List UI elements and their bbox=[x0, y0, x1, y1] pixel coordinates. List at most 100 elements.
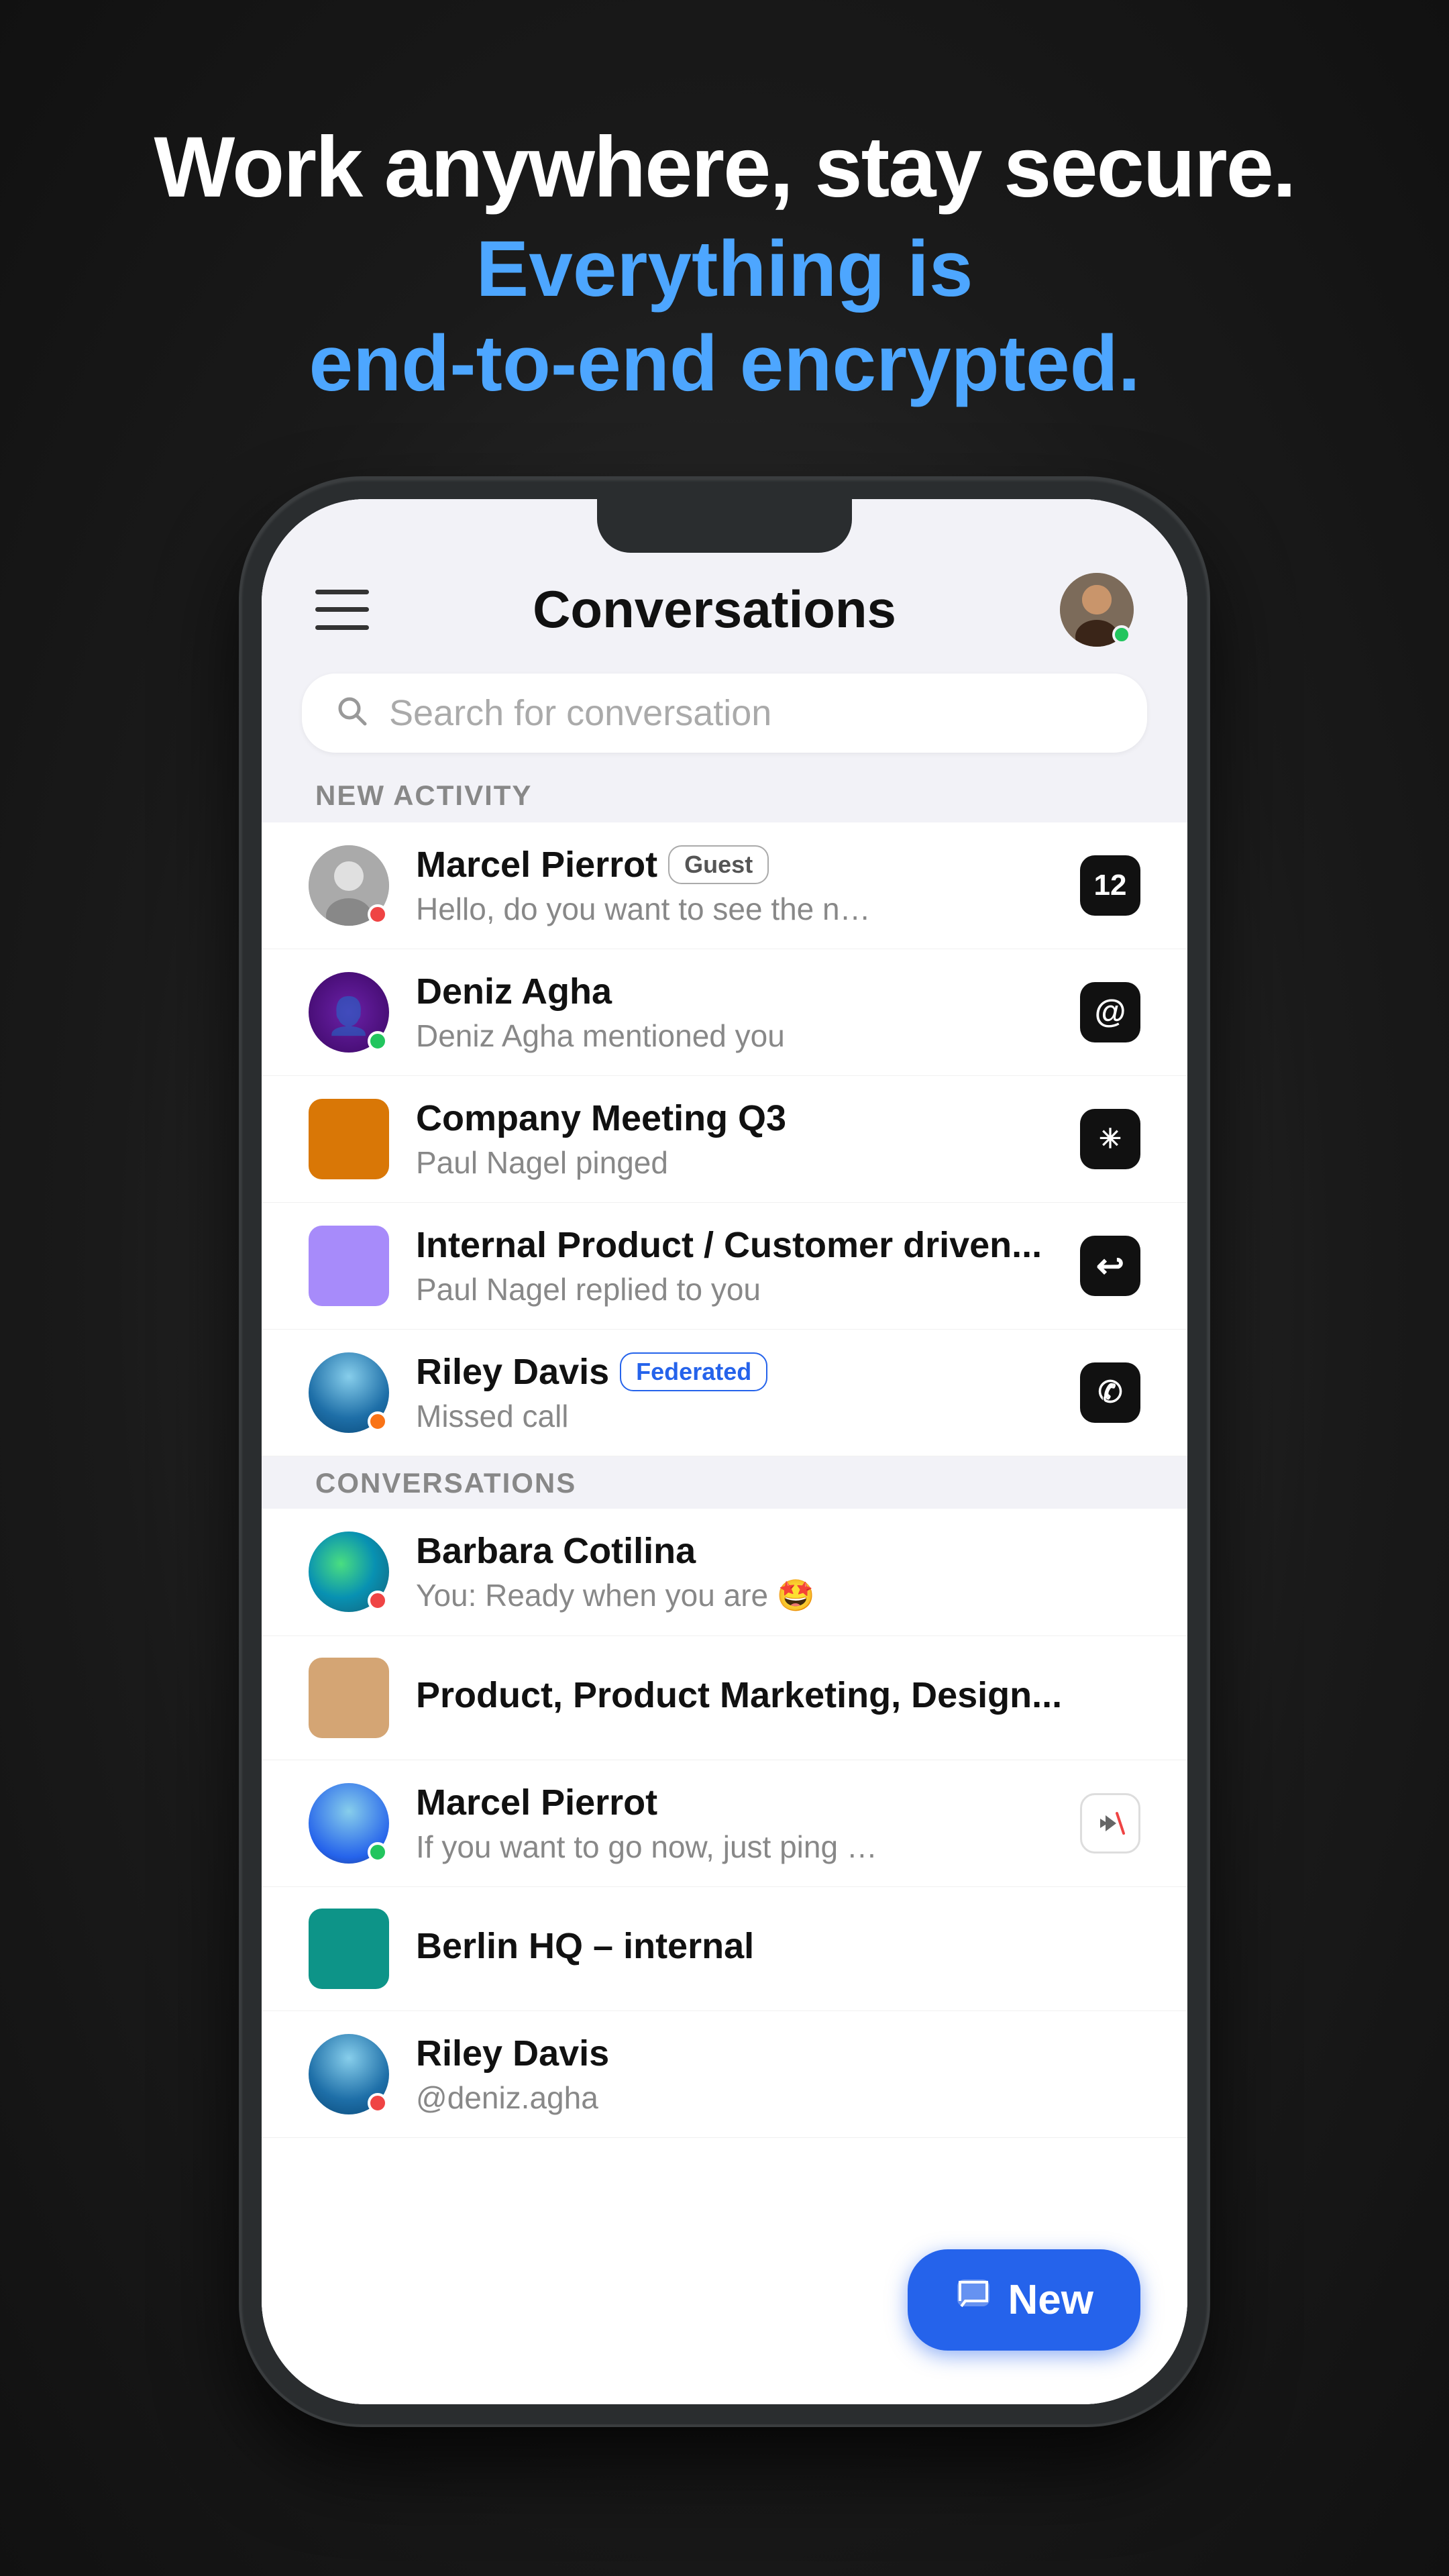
conversations-section-header: CONVERSATIONS bbox=[262, 1456, 1187, 1509]
contact-name: Internal Product / Customer driven... bbox=[416, 1224, 1042, 1266]
message-preview: If you want to go now, just ping me bbox=[416, 1829, 885, 1865]
new-conversation-button[interactable]: New bbox=[908, 2249, 1140, 2351]
avatar bbox=[309, 1658, 389, 1738]
status-dot bbox=[368, 904, 388, 924]
menu-button[interactable] bbox=[315, 590, 369, 630]
name-row: Riley Davis Federated bbox=[416, 1351, 1067, 1393]
name-row: Company Meeting Q3 bbox=[416, 1097, 1067, 1139]
status-dot bbox=[368, 1591, 388, 1611]
conversation-body: Riley Davis @deniz.agha bbox=[416, 2033, 1140, 2116]
status-dot bbox=[368, 2093, 388, 2113]
phone-frame: Conversations bbox=[241, 479, 1208, 2424]
missed-call-badge: ✆ bbox=[1080, 1362, 1140, 1423]
message-preview: You: Ready when you are 🤩 bbox=[416, 1577, 885, 1614]
contact-name: Marcel Pierrot bbox=[416, 844, 657, 885]
conversation-body: Marcel Pierrot Guest Hello, do you want … bbox=[416, 844, 1067, 927]
conversation-body: Company Meeting Q3 Paul Nagel pinged bbox=[416, 1097, 1067, 1181]
contact-name: Product, Product Marketing, Design... bbox=[416, 1674, 1062, 1716]
avatar bbox=[309, 1099, 389, 1179]
header-section: Work anywhere, stay secure. Everything i… bbox=[154, 121, 1295, 412]
fab-container: New bbox=[908, 2249, 1140, 2351]
user-avatar[interactable] bbox=[1060, 573, 1134, 647]
list-item[interactable]: 👤 Deniz Agha Deniz Agha mentioned you @ bbox=[262, 949, 1187, 1076]
name-row: Marcel Pierrot Guest bbox=[416, 844, 1067, 885]
contact-name: Deniz Agha bbox=[416, 971, 612, 1012]
list-item[interactable]: Riley Davis Federated Missed call ✆ bbox=[262, 1330, 1187, 1456]
new-activity-section-header: NEW ACTIVITY bbox=[262, 766, 1187, 822]
phone-inner: Conversations bbox=[262, 499, 1187, 2404]
contact-name: Riley Davis bbox=[416, 1351, 609, 1393]
svg-text:👤: 👤 bbox=[326, 996, 371, 1036]
user-online-indicator bbox=[1112, 625, 1131, 644]
name-row: Berlin HQ – internal bbox=[416, 1925, 1140, 1967]
header-title: Work anywhere, stay secure. bbox=[154, 121, 1295, 215]
new-conversation-icon bbox=[955, 2277, 992, 2323]
message-preview: Paul Nagel replied to you bbox=[416, 1271, 885, 1307]
name-row: Marcel Pierrot bbox=[416, 1782, 1067, 1823]
list-item[interactable]: Product, Product Marketing, Design... bbox=[262, 1636, 1187, 1760]
search-bar[interactable]: Search for conversation bbox=[302, 674, 1147, 753]
federated-badge: Federated bbox=[620, 1352, 767, 1391]
avatar bbox=[309, 1909, 389, 1989]
search-icon bbox=[335, 694, 369, 731]
name-row: Product, Product Marketing, Design... bbox=[416, 1674, 1140, 1716]
status-dot bbox=[368, 1842, 388, 1862]
avatar bbox=[309, 845, 389, 926]
conversation-body: Marcel Pierrot If you want to go now, ju… bbox=[416, 1782, 1067, 1865]
avatar bbox=[309, 1532, 389, 1612]
avatar bbox=[309, 2034, 389, 2114]
new-activity-label: NEW ACTIVITY bbox=[315, 780, 1134, 812]
action-indicator: ↩ bbox=[1080, 1236, 1140, 1296]
name-row: Internal Product / Customer driven... bbox=[416, 1224, 1067, 1266]
status-dot bbox=[368, 1031, 388, 1051]
avatar bbox=[309, 1783, 389, 1864]
conversations-label: CONVERSATIONS bbox=[315, 1467, 1134, 1499]
avatar-image bbox=[309, 1226, 389, 1306]
conversation-body: Riley Davis Federated Missed call bbox=[416, 1351, 1067, 1434]
contact-name: Company Meeting Q3 bbox=[416, 1097, 786, 1139]
action-indicator: @ bbox=[1080, 982, 1140, 1042]
action-indicator: ✆ bbox=[1080, 1362, 1140, 1423]
list-item[interactable]: Berlin HQ – internal bbox=[262, 1887, 1187, 2011]
name-row: Deniz Agha bbox=[416, 971, 1067, 1012]
fab-label: New bbox=[1008, 2276, 1093, 2324]
ping-badge: ✳ bbox=[1080, 1109, 1140, 1169]
conversation-body: Barbara Cotilina You: Ready when you are… bbox=[416, 1530, 1140, 1614]
avatar bbox=[309, 1352, 389, 1433]
list-item[interactable]: Barbara Cotilina You: Ready when you are… bbox=[262, 1509, 1187, 1636]
message-preview: Deniz Agha mentioned you bbox=[416, 1018, 885, 1054]
list-item[interactable]: Marcel Pierrot If you want to go now, ju… bbox=[262, 1760, 1187, 1887]
avatar: 👤 bbox=[309, 972, 389, 1053]
conversation-body: Berlin HQ – internal bbox=[416, 1925, 1140, 1972]
message-preview: Paul Nagel pinged bbox=[416, 1144, 885, 1181]
header-subtitle: Everything is end-to-end encrypted. bbox=[154, 222, 1295, 412]
contact-name: Marcel Pierrot bbox=[416, 1782, 657, 1823]
conversation-body: Internal Product / Customer driven... Pa… bbox=[416, 1224, 1067, 1307]
contact-name: Berlin HQ – internal bbox=[416, 1925, 754, 1967]
conversation-body: Product, Product Marketing, Design... bbox=[416, 1674, 1140, 1721]
list-item[interactable]: Company Meeting Q3 Paul Nagel pinged ✳ bbox=[262, 1076, 1187, 1203]
avatar-image bbox=[309, 1658, 389, 1738]
name-row: Riley Davis bbox=[416, 2033, 1140, 2074]
action-indicator: 12 bbox=[1080, 855, 1140, 916]
unread-count-badge: 12 bbox=[1080, 855, 1140, 916]
avatar-image bbox=[309, 1099, 389, 1179]
list-item[interactable]: Internal Product / Customer driven... Pa… bbox=[262, 1203, 1187, 1330]
app-content: Conversations bbox=[262, 499, 1187, 2404]
subtitle-line2: end-to-end encrypted. bbox=[309, 319, 1140, 408]
page-title: Conversations bbox=[533, 579, 896, 640]
contact-name: Riley Davis bbox=[416, 2033, 609, 2074]
contact-name: Barbara Cotilina bbox=[416, 1530, 696, 1572]
list-item[interactable]: Riley Davis @deniz.agha bbox=[262, 2011, 1187, 2138]
search-placeholder-text: Search for conversation bbox=[389, 692, 771, 734]
avatar bbox=[309, 1226, 389, 1306]
mute-badge bbox=[1080, 1793, 1140, 1854]
mention-badge: @ bbox=[1080, 982, 1140, 1042]
avatar-image bbox=[309, 1909, 389, 1989]
action-indicator: ✳ bbox=[1080, 1109, 1140, 1169]
status-dot bbox=[368, 1411, 388, 1432]
list-item[interactable]: Marcel Pierrot Guest Hello, do you want … bbox=[262, 822, 1187, 949]
name-row: Barbara Cotilina bbox=[416, 1530, 1140, 1572]
phone-notch bbox=[597, 499, 852, 553]
new-activity-list: Marcel Pierrot Guest Hello, do you want … bbox=[262, 822, 1187, 2404]
